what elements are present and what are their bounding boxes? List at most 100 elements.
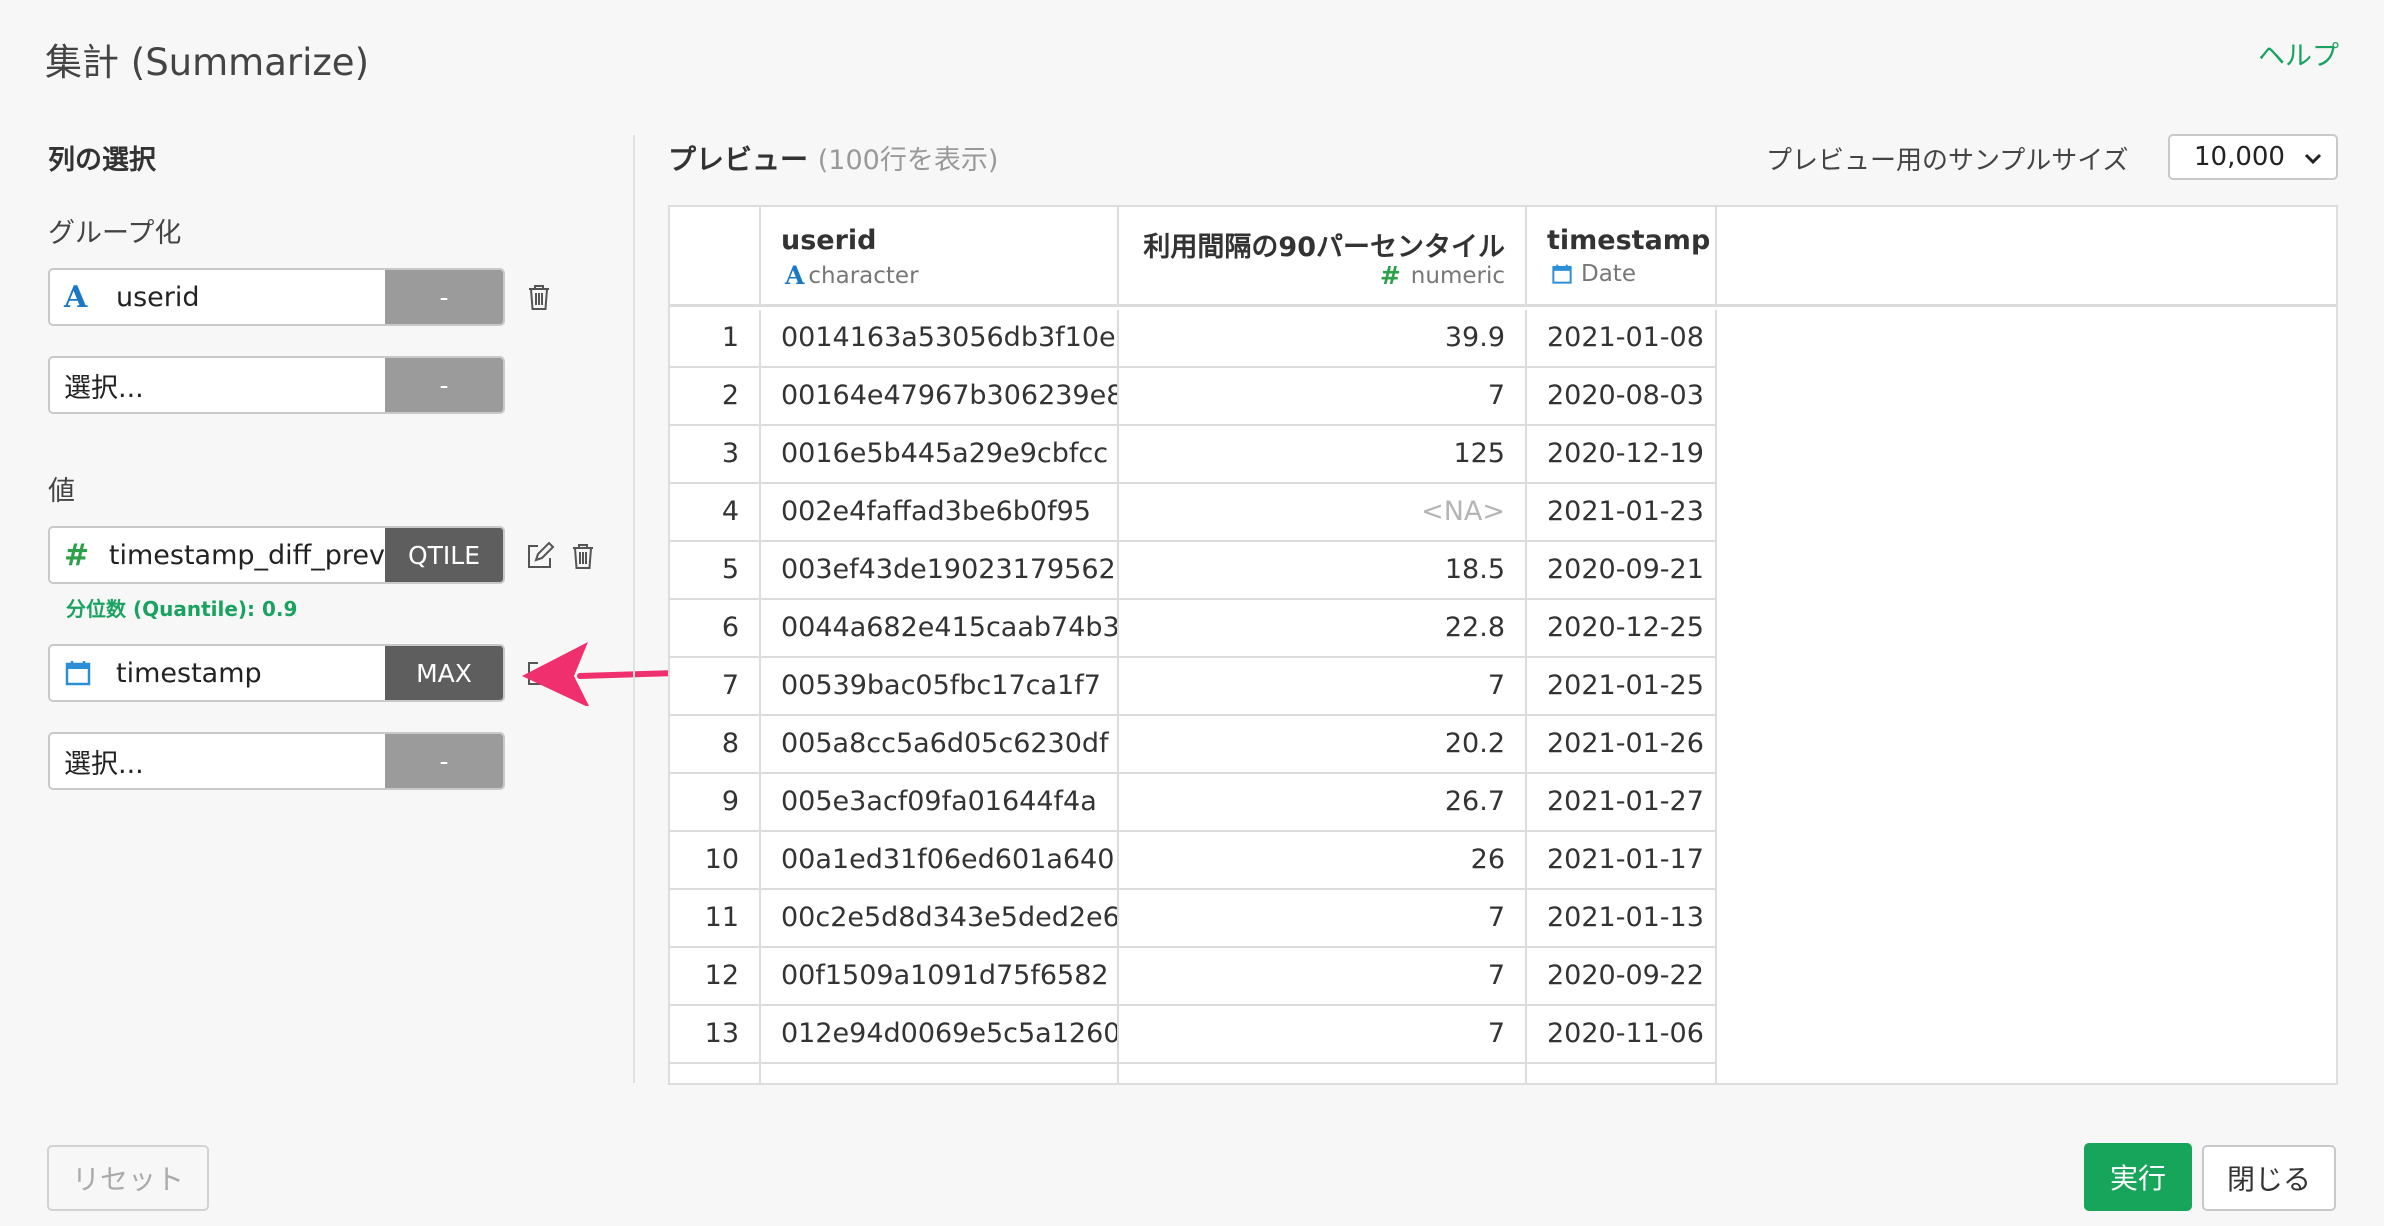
percentile-cell: 7 <box>1119 948 1527 1006</box>
row-index: 10 <box>670 832 761 890</box>
group-column-userid[interactable]: A userid - <box>48 268 505 326</box>
sample-size-label: プレビュー用のサンプルサイズ <box>1766 146 2129 176</box>
column-name: 利用間隔の90パーセンタイル <box>1143 232 1505 263</box>
column-select-label: 列の選択 <box>48 145 156 176</box>
percentile-cell: 7 <box>1119 368 1527 426</box>
userid-cell: 00539bac05fbc17ca1f7 <box>761 658 1119 716</box>
row-index: 13 <box>670 1006 761 1064</box>
userid-cell: 00f1509a1091d75f6582 <box>761 948 1119 1006</box>
value-column-name: timestamp <box>116 657 262 689</box>
table-row: 13 012e94d0069e5c5a1260 7 2020-11-06 <box>670 1006 2336 1064</box>
close-button[interactable]: 閉じる <box>2202 1145 2336 1211</box>
table-row: 8 005a8cc5a6d05c6230df 20.2 2021-01-26 <box>670 716 2336 774</box>
value-column-timestamp-diff-prev[interactable]: # timestamp_diff_prev QTILE <box>48 526 505 584</box>
percentile-cell: 7 <box>1119 890 1527 948</box>
percentile-cell: 7 <box>1119 1006 1527 1064</box>
timestamp-cell: 2020-08-03 <box>1527 368 1717 426</box>
edit-icon[interactable] <box>523 539 557 573</box>
row-index: 3 <box>670 426 761 484</box>
row-index: 8 <box>670 716 761 774</box>
table-row: 11 00c2e5d8d343e5ded2e6 7 2021-01-13 <box>670 890 2336 948</box>
table-row: 12 00f1509a1091d75f6582 7 2020-09-22 <box>670 948 2336 1006</box>
help-link[interactable]: ヘルプ <box>2258 34 2339 73</box>
userid-cell: 00c2e5d8d343e5ded2e6 <box>761 890 1119 948</box>
sample-size-select[interactable]: 10,000 <box>2168 134 2338 180</box>
character-type-icon: A <box>785 261 805 290</box>
row-index <box>670 1064 761 1083</box>
preview-table: userid A character 利用間隔の90パーセンタイル # nume… <box>668 205 2338 1085</box>
table-row: 5 003ef43de19023179562 18.5 2020-09-21 <box>670 542 2336 600</box>
table-row-partial <box>670 1064 2336 1083</box>
table-header: userid A character 利用間隔の90パーセンタイル # nume… <box>670 207 2336 307</box>
timestamp-cell: 2021-01-17 <box>1527 832 1717 890</box>
value-function-button[interactable]: - <box>385 734 503 788</box>
group-by-label: グループ化 <box>48 218 182 249</box>
row-index: 6 <box>670 600 761 658</box>
header-timestamp[interactable]: timestamp Date <box>1527 207 1717 307</box>
timestamp-cell: 2021-01-08 <box>1527 310 1717 368</box>
userid-cell: 0016e5b445a29e9cbfcc <box>761 426 1119 484</box>
chevron-down-icon <box>2304 153 2322 165</box>
column-type: Date <box>1581 261 1636 287</box>
userid-cell: 00164e47967b306239e8 <box>761 368 1119 426</box>
table-row: 10 00a1ed31f06ed601a640 26 2021-01-17 <box>670 832 2336 890</box>
percentile-cell: 26 <box>1119 832 1527 890</box>
trash-icon[interactable] <box>522 280 556 314</box>
row-index: 7 <box>670 658 761 716</box>
dialog-title: 集計 (Summarize) <box>45 41 370 84</box>
percentile-cell: 125 <box>1119 426 1527 484</box>
qtile-function-button[interactable]: QTILE <box>385 528 503 582</box>
numeric-type-icon: # <box>64 537 90 573</box>
value-column-name: timestamp_diff_prev <box>108 539 385 571</box>
table-row: 3 0016e5b445a29e9cbfcc 125 2020-12-19 <box>670 426 2336 484</box>
timestamp-cell: 2020-09-21 <box>1527 542 1717 600</box>
group-function-button[interactable]: - <box>385 358 503 412</box>
table-row: 1 0014163a53056db3f10e 39.9 2021-01-08 <box>670 310 2336 368</box>
header-index-cell <box>670 207 761 307</box>
userid-cell: 012e94d0069e5c5a1260 <box>761 1006 1119 1064</box>
group-column-select[interactable]: 選択... - <box>48 356 505 414</box>
userid-cell: 005e3acf09fa01644f4a <box>761 774 1119 832</box>
userid-cell <box>761 1064 1119 1083</box>
userid-cell: 002e4faffad3be6b0f95 <box>761 484 1119 542</box>
table-row: 9 005e3acf09fa01644f4a 26.7 2021-01-27 <box>670 774 2336 832</box>
percentile-cell-na: <NA> <box>1119 484 1527 542</box>
sample-size-value: 10,000 <box>2194 142 2285 172</box>
column-type: numeric <box>1410 262 1505 289</box>
preview-title: プレビュー (100行を表示) <box>668 138 998 178</box>
value-select-placeholder: 選択... <box>64 748 144 780</box>
trash-icon[interactable] <box>566 539 600 573</box>
run-button[interactable]: 実行 <box>2084 1143 2192 1211</box>
percentile-cell: 39.9 <box>1119 310 1527 368</box>
table-body: 1 0014163a53056db3f10e 39.9 2021-01-08 2 001… <box>670 310 2336 1083</box>
row-index: 4 <box>670 484 761 542</box>
value-column-timestamp[interactable]: timestamp MAX <box>48 644 505 702</box>
column-name: userid <box>781 225 877 256</box>
row-index: 1 <box>670 310 761 368</box>
row-index: 9 <box>670 774 761 832</box>
character-type-icon: A <box>64 279 88 315</box>
table-row: 7 00539bac05fbc17ca1f7 7 2021-01-25 <box>670 658 2336 716</box>
header-userid[interactable]: userid A character <box>761 207 1119 307</box>
userid-cell: 003ef43de19023179562 <box>761 542 1119 600</box>
date-type-icon <box>1552 264 1572 284</box>
row-index: 5 <box>670 542 761 600</box>
reset-button[interactable]: リセット <box>47 1145 209 1211</box>
values-label: 値 <box>48 476 75 507</box>
column-type: character <box>808 262 919 289</box>
column-name: timestamp <box>1547 225 1711 256</box>
timestamp-cell: 2020-09-22 <box>1527 948 1717 1006</box>
table-row: 2 00164e47967b306239e8 7 2020-08-03 <box>670 368 2336 426</box>
max-function-button[interactable]: MAX <box>385 646 503 700</box>
table-row: 4 002e4faffad3be6b0f95 <NA> 2021-01-23 <box>670 484 2336 542</box>
group-function-button[interactable]: - <box>385 270 503 324</box>
percentile-cell: 18.5 <box>1119 542 1527 600</box>
percentile-cell: 7 <box>1119 658 1527 716</box>
percentile-cell: 22.8 <box>1119 600 1527 658</box>
userid-cell: 0044a682e415caab74b3 <box>761 600 1119 658</box>
value-column-select[interactable]: 選択... - <box>48 732 505 790</box>
percentile-cell <box>1119 1064 1527 1083</box>
timestamp-cell <box>1527 1064 1717 1083</box>
header-percentile[interactable]: 利用間隔の90パーセンタイル # numeric <box>1119 207 1527 307</box>
userid-cell: 0014163a53056db3f10e <box>761 310 1119 368</box>
